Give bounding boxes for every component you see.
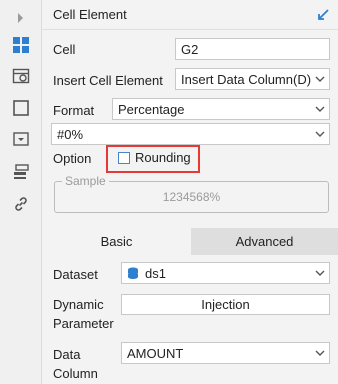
- insert-cell-element-label: Insert Cell Element: [53, 73, 163, 88]
- expand-arrow-icon[interactable]: [18, 13, 23, 23]
- tab-basic[interactable]: Basic: [42, 228, 191, 255]
- collapse-panel-icon[interactable]: [316, 8, 330, 22]
- dynamic-parameter-label-line2: Parameter: [53, 316, 114, 331]
- cell-input-value: G2: [181, 41, 199, 57]
- cell-border-icon[interactable]: [9, 96, 33, 120]
- dynamic-parameter-label-line1: Dynamic: [53, 297, 104, 312]
- chevron-down-icon: [311, 124, 329, 144]
- sample-value: 1234568%: [162, 190, 221, 204]
- format-label: Format: [53, 103, 95, 118]
- insert-cell-element-value: Insert Data Column(D): [181, 71, 312, 87]
- dataset-label: Dataset: [53, 267, 98, 282]
- format-select[interactable]: Percentage: [112, 98, 330, 120]
- rounding-label[interactable]: Rounding: [135, 150, 191, 165]
- cell-element-icon[interactable]: [9, 33, 33, 57]
- chevron-down-icon: [311, 69, 329, 89]
- condition-attribute-icon[interactable]: [9, 160, 33, 184]
- dataset-select[interactable]: ds1: [121, 262, 330, 284]
- panel-header: Cell Element: [42, 0, 338, 30]
- cell-element-panel: Cell Element Cell G2 Insert Cell Element…: [42, 0, 338, 384]
- tab-bar: Basic Advanced: [42, 228, 338, 255]
- data-column-select[interactable]: AMOUNT: [121, 342, 330, 364]
- insert-cell-element-select[interactable]: Insert Data Column(D): [175, 68, 330, 90]
- hyperlink-icon[interactable]: [9, 192, 33, 216]
- chevron-down-icon: [311, 99, 329, 119]
- tool-rail: [0, 0, 42, 384]
- dataset-value: ds1: [145, 265, 166, 281]
- option-label: Option: [53, 151, 92, 166]
- widget-icon[interactable]: [9, 127, 33, 151]
- sample-legend: Sample: [62, 174, 109, 188]
- rounding-checkbox[interactable]: [118, 152, 130, 164]
- data-column-label-line1: Data: [53, 347, 81, 362]
- panel-title: Cell Element: [53, 7, 127, 22]
- format-pattern-select[interactable]: #0%: [51, 123, 330, 145]
- tab-advanced[interactable]: Advanced: [191, 228, 338, 255]
- format-value: Percentage: [118, 101, 185, 117]
- injection-button[interactable]: Injection: [121, 294, 330, 315]
- sample-box: Sample 1234568%: [54, 174, 329, 213]
- database-icon: [128, 267, 138, 279]
- cell-label: Cell: [53, 42, 76, 57]
- data-column-label-line2: Column: [53, 366, 98, 381]
- chevron-down-icon: [311, 263, 329, 283]
- cell-attribute-icon[interactable]: [9, 64, 33, 88]
- chevron-down-icon: [311, 343, 329, 363]
- cell-input[interactable]: G2: [175, 38, 330, 60]
- data-column-value: AMOUNT: [127, 345, 184, 361]
- format-pattern-value: #0%: [57, 126, 84, 142]
